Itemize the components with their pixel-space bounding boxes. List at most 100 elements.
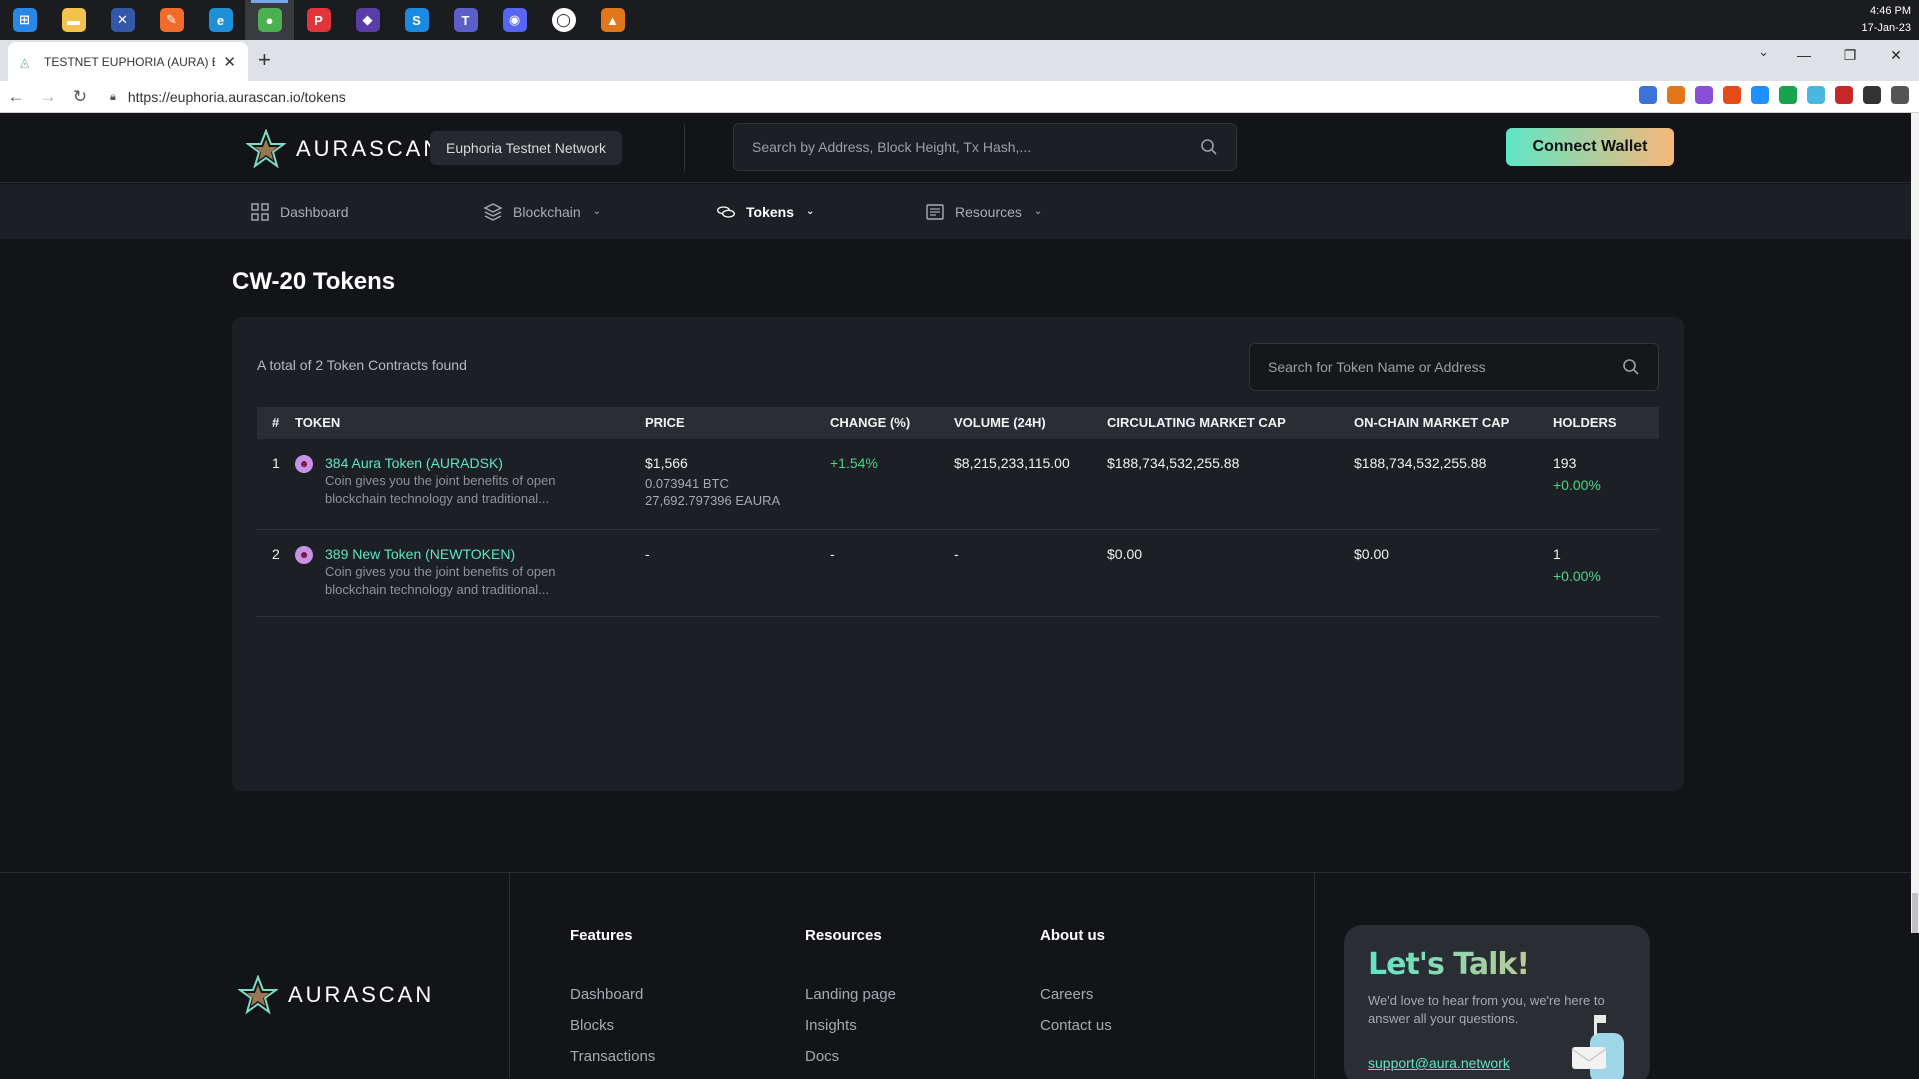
taskbar-app[interactable]: ◯	[539, 0, 588, 40]
system-clock[interactable]: 4:46 PM 17-Jan-23	[1861, 3, 1911, 37]
metamask-icon: ▲	[600, 8, 625, 32]
price-eaura: 27,692.797396 EAURA	[645, 493, 781, 508]
footer-link[interactable]: Careers	[1040, 986, 1112, 1003]
browser-tab-active[interactable]: ◬ TESTNET EUPHORIA (AURA) Bloc ✕	[8, 42, 248, 81]
browser-tab-strip: ◬ TESTNET EUPHORIA (AURA) Bloc ✕ + ⌄ — ❐…	[0, 40, 1919, 81]
footer-link[interactable]: Contact us	[1040, 1017, 1112, 1034]
browser-extension-icon[interactable]	[1751, 86, 1769, 104]
footer-about-title: About us	[1040, 927, 1105, 944]
discord-icon: ◉	[502, 8, 527, 32]
total-count-text: A total of 2 Token Contracts found	[257, 357, 467, 373]
aurascan-logo[interactable]: AURASCAN	[246, 129, 442, 169]
site-header: AURASCAN Euphoria Testnet Network Connec…	[0, 113, 1919, 183]
taskbar-app[interactable]: ◆	[343, 0, 392, 40]
scrollbar-thumb[interactable]	[1912, 893, 1918, 933]
row-num: 1	[272, 455, 280, 471]
circulating-cap-value: $188,734,532,255.88	[1107, 455, 1240, 471]
close-window-icon[interactable]: ✕	[1873, 40, 1919, 70]
aurascan-logo-icon	[246, 129, 286, 169]
taskbar-app[interactable]: ⊞	[0, 0, 49, 40]
support-email-link[interactable]: support@aura.network	[1368, 1055, 1510, 1071]
taskbar-app[interactable]: P	[294, 0, 343, 40]
ide-icon: ✕	[110, 8, 135, 32]
new-tab-icon[interactable]: +	[258, 48, 271, 72]
nav-resources-label: Resources	[955, 203, 1022, 220]
browser-extension-icon[interactable]	[1891, 86, 1909, 104]
back-icon[interactable]: ←	[0, 87, 32, 107]
header-divider	[684, 125, 685, 171]
footer-link[interactable]: Transactions	[570, 1048, 655, 1065]
connect-wallet-button[interactable]: Connect Wallet	[1506, 128, 1674, 166]
global-search-box[interactable]	[733, 123, 1237, 171]
footer-link[interactable]: Docs	[805, 1048, 896, 1065]
chrome-icon: ●	[257, 8, 282, 32]
col-num: #	[272, 415, 280, 430]
browser-extension-icon[interactable]	[1723, 86, 1741, 104]
col-price: PRICE	[645, 415, 685, 430]
taskbar-app[interactable]: ▲	[588, 0, 637, 40]
browser-toolbar: ← → ↻ 🔒︎ https://euphoria.aurascan.io/to…	[0, 81, 1919, 113]
footer-link[interactable]: Insights	[805, 1017, 896, 1034]
address-bar[interactable]: 🔒︎ https://euphoria.aurascan.io/tokens	[110, 81, 346, 113]
close-tab-icon[interactable]: ✕	[223, 53, 236, 71]
footer-link[interactable]: Blocks	[570, 1017, 655, 1034]
footer-logo[interactable]: AURASCAN	[238, 975, 434, 1015]
footer-link[interactable]: Dashboard	[570, 986, 655, 1003]
reload-icon[interactable]: ↻	[64, 87, 96, 107]
browser-extension-icon[interactable]	[1639, 86, 1657, 104]
chevron-down-icon: ⌄	[1033, 206, 1043, 217]
browser-extension-icon[interactable]	[1695, 86, 1713, 104]
skype-icon: S	[404, 8, 429, 32]
browser-extension-icon[interactable]	[1835, 86, 1853, 104]
taskbar-app[interactable]: T	[441, 0, 490, 40]
clock-time: 4:46 PM	[1870, 5, 1911, 17]
taskbar-apps: ⊞ ▬ ✕ ✎ e ● P ◆ S T ◉ ◯ ▲	[0, 0, 637, 40]
nav-blockchain[interactable]: Blockchain ⌄	[483, 184, 601, 239]
global-search-input[interactable]	[752, 139, 1200, 155]
footer-logo-text: AURASCAN	[288, 982, 435, 1007]
taskbar-app[interactable]: ▬	[49, 0, 98, 40]
lock-icon[interactable]: 🔒︎	[110, 91, 116, 104]
footer-divider	[1314, 873, 1315, 1079]
taskbar-app[interactable]: ◉	[490, 0, 539, 40]
browser-extension-icon[interactable]	[1779, 86, 1797, 104]
minimize-icon[interactable]: —	[1781, 40, 1827, 70]
tab-search-chevron-icon[interactable]: ⌄	[1758, 44, 1769, 60]
taskbar-app[interactable]: ●	[245, 0, 294, 40]
taskbar-app[interactable]: S	[392, 0, 441, 40]
restore-icon[interactable]: ❐	[1827, 40, 1873, 70]
token-name-link[interactable]: 384 Aura Token (AURADSK)	[325, 454, 503, 472]
taskbar-app[interactable]: ✎	[147, 0, 196, 40]
taskbar-app[interactable]: ✕	[98, 0, 147, 40]
chevron-down-icon: ⌄	[592, 206, 602, 217]
browser-extension-icon[interactable]	[1863, 86, 1881, 104]
url-text[interactable]: https://euphoria.aurascan.io/tokens	[128, 89, 346, 105]
network-badge: Euphoria Testnet Network	[430, 131, 623, 165]
taskbar-app[interactable]: e	[196, 0, 245, 40]
token-search-box[interactable]	[1249, 343, 1659, 391]
file-explorer-icon: ▬	[61, 8, 86, 32]
search-icon[interactable]	[1200, 138, 1218, 156]
holders-value: 1	[1553, 546, 1561, 562]
footer-link[interactable]: Landing page	[805, 986, 896, 1003]
lets-talk-card: Let's Talk! We'd love to hear from you, …	[1344, 925, 1650, 1079]
nav-tokens[interactable]: Tokens ⌄	[716, 184, 814, 239]
browser-extension-icon[interactable]	[1667, 86, 1685, 104]
browser-extension-icon[interactable]	[1807, 86, 1825, 104]
windows-start-icon: ⊞	[12, 8, 37, 32]
forward-icon[interactable]: →	[32, 87, 64, 107]
holders-change: +0.00%	[1553, 477, 1601, 493]
nav-dashboard[interactable]: Dashboard	[250, 184, 349, 239]
token-name-link[interactable]: 389 New Token (NEWTOKEN)	[325, 545, 515, 563]
nav-blockchain-label: Blockchain	[513, 203, 581, 220]
nav-resources[interactable]: Resources ⌄	[925, 184, 1042, 239]
nav-tokens-label: Tokens	[746, 203, 794, 220]
window-controls: — ❐ ✕	[1781, 40, 1919, 70]
coins-icon	[717, 205, 735, 218]
token-search-input[interactable]	[1268, 359, 1622, 375]
price-usd: -	[645, 546, 650, 562]
mailbox-illustration-icon	[1571, 1015, 1624, 1079]
search-icon[interactable]	[1622, 358, 1640, 376]
edge-icon: e	[208, 8, 233, 32]
page-scrollbar[interactable]	[1911, 113, 1919, 933]
